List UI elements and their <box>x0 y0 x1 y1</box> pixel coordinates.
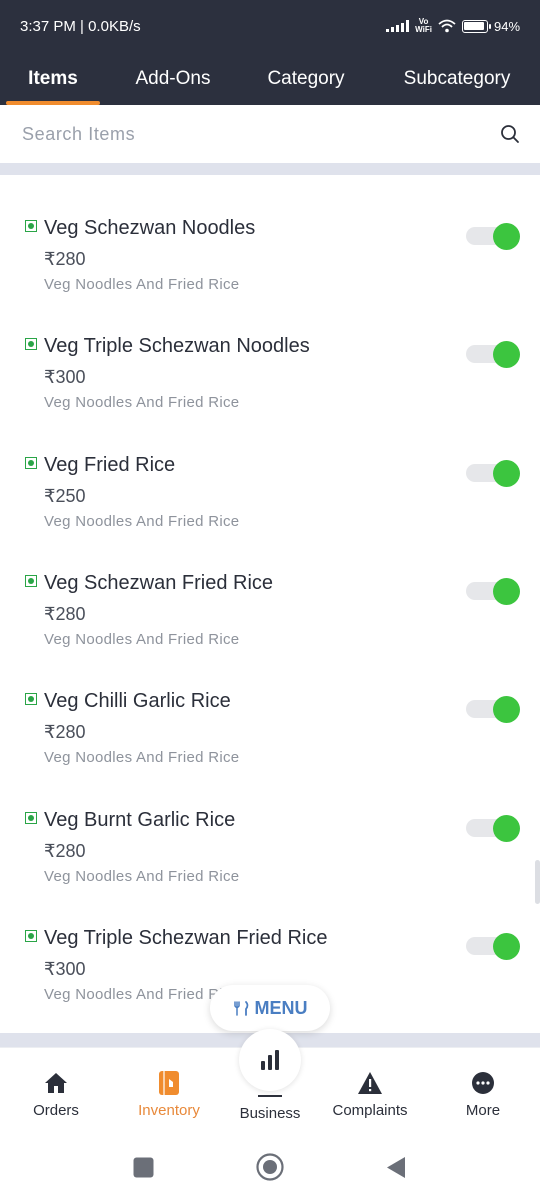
availability-toggle[interactable] <box>466 578 520 605</box>
scrollbar[interactable] <box>535 860 540 904</box>
availability-toggle[interactable] <box>466 696 520 723</box>
list-item[interactable]: Veg Chilli Garlic Rice ₹280 Veg Noodles … <box>0 681 540 799</box>
list-item[interactable]: Veg Fried Rice ₹250 Veg Noodles And Frie… <box>0 445 540 563</box>
item-category: Veg Noodles And Fried Rice <box>44 749 240 766</box>
item-name: Veg Burnt Garlic Rice <box>44 809 236 831</box>
business-indicator <box>258 1095 282 1097</box>
item-name: Veg Triple Schezwan Fried Rice <box>44 927 328 949</box>
home-button-icon[interactable] <box>256 1153 284 1181</box>
search-input[interactable] <box>22 123 422 145</box>
item-price: ₹280 <box>44 722 86 742</box>
item-price: ₹280 <box>44 249 86 269</box>
more-icon <box>472 1072 494 1094</box>
veg-indicator-icon <box>25 812 37 824</box>
item-name: Veg Schezwan Noodles <box>44 217 256 239</box>
tab-subcategory[interactable]: Subcategory <box>390 52 524 105</box>
veg-indicator-icon <box>25 575 37 587</box>
item-list: Veg Schezwan Noodles ₹280 Veg Noodles An… <box>0 175 540 1033</box>
warning-icon <box>358 1072 382 1094</box>
list-item[interactable]: Veg Burnt Garlic Rice ₹280 Veg Noodles A… <box>0 800 540 918</box>
bar-chart-icon <box>261 1050 279 1070</box>
item-price: ₹250 <box>44 486 86 506</box>
veg-indicator-icon <box>25 693 37 705</box>
item-name: Veg Schezwan Fried Rice <box>44 572 274 594</box>
system-nav-bar <box>0 1135 540 1200</box>
battery-level: 94% <box>493 18 520 34</box>
nav-business[interactable] <box>239 1029 301 1091</box>
nav-orders-label: Orders <box>33 1102 79 1119</box>
nav-inventory[interactable]: Inventory <box>115 1070 223 1119</box>
home-icon <box>45 1073 67 1093</box>
back-icon[interactable] <box>386 1156 406 1179</box>
tab-add-ons-label: Add-Ons <box>135 67 211 89</box>
nav-complaints-label: Complaints <box>332 1102 408 1119</box>
item-category: Veg Noodles And Fried Rice <box>44 513 240 530</box>
list-item[interactable]: Veg Triple Schezwan Noodles ₹300 Veg Noo… <box>0 326 540 444</box>
status-time: 3:37 PM | 0.0KB/s <box>20 17 141 35</box>
wifi-icon <box>438 19 456 33</box>
item-name: Veg Triple Schezwan Noodles <box>44 335 310 357</box>
status-icons: Vo WiFi 94% <box>386 18 520 34</box>
availability-toggle[interactable] <box>466 341 520 368</box>
tab-bar: Items Add-Ons Category Subcategory <box>0 52 540 105</box>
status-bar: 3:37 PM | 0.0KB/s Vo WiFi 94% <box>0 0 540 52</box>
item-price: ₹300 <box>44 367 86 387</box>
tab-category-label: Category <box>267 67 345 89</box>
item-name: Veg Chilli Garlic Rice <box>44 690 231 712</box>
search-bar <box>0 105 540 163</box>
item-price: ₹300 <box>44 959 86 979</box>
menu-button[interactable]: MENU <box>210 985 330 1031</box>
nav-more[interactable]: More <box>429 1070 537 1119</box>
nav-orders[interactable]: Orders <box>2 1070 110 1119</box>
item-category: Veg Noodles And Fried Rice <box>44 394 240 411</box>
divider <box>0 163 540 175</box>
tab-category[interactable]: Category <box>250 52 362 105</box>
signal-icon <box>386 20 410 32</box>
list-item[interactable]: Veg Schezwan Noodles ₹280 Veg Noodles An… <box>0 208 540 326</box>
item-price: ₹280 <box>44 604 86 624</box>
tab-subcategory-label: Subcategory <box>403 67 511 89</box>
nav-more-label: More <box>465 1102 501 1119</box>
item-category: Veg Noodles And Fried Rice <box>44 631 240 648</box>
item-name: Veg Fried Rice <box>44 454 176 476</box>
vowifi-icon: Vo WiFi <box>415 17 432 34</box>
item-category: Veg Noodles And Fried Rice <box>44 276 240 293</box>
availability-toggle[interactable] <box>466 815 520 842</box>
tab-add-ons[interactable]: Add-Ons <box>120 52 226 105</box>
menu-button-label: MENU <box>254 997 308 1018</box>
nav-complaints[interactable]: Complaints <box>316 1070 424 1119</box>
item-price: ₹280 <box>44 841 86 861</box>
search-icon[interactable] <box>500 124 520 144</box>
tab-items-label: Items <box>28 67 78 89</box>
availability-toggle[interactable] <box>466 223 520 250</box>
battery-icon <box>461 19 491 33</box>
inventory-icon <box>159 1070 179 1096</box>
list-item[interactable]: Veg Schezwan Fried Rice ₹280 Veg Noodles… <box>0 563 540 681</box>
availability-toggle[interactable] <box>466 933 520 960</box>
veg-indicator-icon <box>25 220 37 232</box>
availability-toggle[interactable] <box>466 460 520 487</box>
veg-indicator-icon <box>25 930 37 942</box>
cutlery-icon <box>233 1001 248 1016</box>
item-category: Veg Noodles And Fried Rice <box>44 868 240 885</box>
veg-indicator-icon <box>25 457 37 469</box>
veg-indicator-icon <box>25 338 37 350</box>
nav-inventory-label: Inventory <box>138 1102 200 1119</box>
recents-icon[interactable] <box>133 1157 154 1178</box>
tab-items[interactable]: Items <box>6 52 100 105</box>
nav-business-label: Business <box>239 1105 301 1122</box>
